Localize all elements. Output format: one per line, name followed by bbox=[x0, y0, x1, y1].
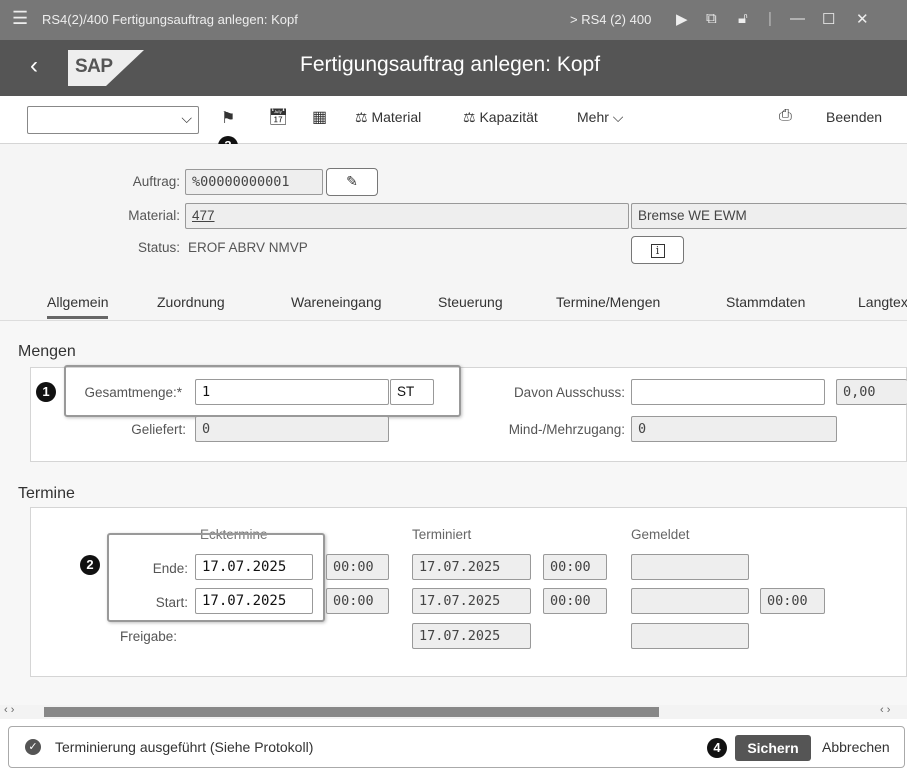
tab-termine-mengen[interactable]: Termine/Mengen bbox=[556, 294, 660, 310]
status-footer: ✓ Terminierung ausgeführt (Siehe Protoko… bbox=[8, 726, 905, 768]
ende-gemeldet-date bbox=[631, 554, 749, 580]
freigabe-date: 17.07.2025 bbox=[412, 623, 531, 649]
start-time-field: 00:00 bbox=[326, 588, 389, 614]
edit-icon: ✎ bbox=[346, 173, 358, 189]
status-info-button[interactable]: i bbox=[631, 236, 684, 264]
exit-button[interactable]: Beenden bbox=[826, 109, 882, 125]
flag-icon[interactable]: ⚑ bbox=[221, 108, 235, 128]
auftrag-field[interactable]: %00000000001 bbox=[185, 169, 323, 195]
more-button-label: Mehr bbox=[577, 109, 609, 125]
hamburger-menu-icon[interactable]: ☰ bbox=[12, 8, 28, 29]
info-icon: i bbox=[650, 244, 665, 258]
tab-content: Mengen 1 Gesamtmenge:* 1 ST Davon Aussch… bbox=[0, 320, 907, 705]
freigabe-gemeldet-date bbox=[631, 623, 749, 649]
edit-order-button[interactable]: ✎ bbox=[326, 168, 378, 196]
horizontal-scrollbar[interactable]: ‹ › ‹ › bbox=[0, 704, 907, 719]
tab-zuordnung[interactable]: Zuordnung bbox=[157, 294, 225, 310]
ausschuss-percent[interactable]: 0,00 bbox=[836, 379, 907, 405]
play-icon[interactable]: ▶ bbox=[676, 10, 688, 28]
gesamtmenge-input[interactable]: 1 bbox=[195, 379, 389, 405]
mengen-title: Mengen bbox=[18, 343, 76, 360]
toolbar: ⌵ ⚑ 3 📅︎ ▦ ⚖ Material ⚖ Kapazität Mehr ⌵… bbox=[0, 96, 907, 156]
material-description: Bremse WE EWM bbox=[631, 203, 907, 229]
gemeldet-header: Gemeldet bbox=[631, 527, 690, 542]
more-button[interactable]: Mehr ⌵ bbox=[577, 109, 623, 126]
tab-langtext[interactable]: Langtext bbox=[858, 294, 907, 310]
ende-terminiert-time: 00:00 bbox=[543, 554, 607, 580]
ende-time-field: 00:00 bbox=[326, 554, 389, 580]
material-field[interactable]: 477 bbox=[185, 203, 629, 229]
calendar-icon[interactable]: 📅︎ bbox=[268, 107, 288, 127]
status-value: EROF ABRV NMVP bbox=[188, 240, 308, 255]
tab-allgemein[interactable]: Allgemein bbox=[47, 294, 109, 319]
material-label: Material: bbox=[128, 208, 180, 223]
freigabe-label: Freigabe: bbox=[120, 629, 178, 644]
ende-label: Ende: bbox=[152, 561, 188, 576]
print-icon[interactable]: ⎙ bbox=[779, 107, 792, 125]
chevron-down-icon: ⌵ bbox=[181, 110, 192, 126]
calculator-icon[interactable]: ▦ bbox=[312, 107, 327, 127]
ausschuss-input[interactable] bbox=[631, 379, 825, 405]
order-header-form: Auftrag: %00000000001 ✎ Material: 477 Br… bbox=[0, 144, 907, 284]
ende-date-input[interactable]: 17.07.2025 bbox=[195, 554, 313, 580]
window-titlebar: ☰ RS4(2)/400 Fertigungsauftrag anlegen: … bbox=[0, 0, 907, 40]
minimize-icon[interactable]: — bbox=[790, 10, 805, 27]
window-title: RS4(2)/400 Fertigungsauftrag anlegen: Ko… bbox=[42, 12, 298, 27]
start-terminiert-time: 00:00 bbox=[543, 588, 607, 614]
ende-terminiert-date: 17.07.2025 bbox=[412, 554, 531, 580]
shell-header: ‹ SAP Fertigungsauftrag anlegen: Kopf bbox=[0, 40, 907, 96]
kapazitaet-button-label: Kapazität bbox=[479, 109, 538, 125]
termine-title: Termine bbox=[18, 485, 75, 502]
action-dropdown[interactable]: ⌵ bbox=[27, 106, 199, 134]
balance-icon: ⚖ bbox=[355, 109, 372, 125]
gesamtmenge-label-text: Gesamtmenge: bbox=[84, 385, 177, 400]
geliefert-label: Geliefert: bbox=[131, 422, 186, 437]
start-terminiert-date: 17.07.2025 bbox=[412, 588, 531, 614]
kapazitaet-button[interactable]: ⚖ Kapazität bbox=[463, 109, 538, 126]
page-title: Fertigungsauftrag anlegen: Kopf bbox=[300, 53, 601, 76]
unlock-icon[interactable]: 🔓︎ bbox=[738, 10, 748, 27]
success-check-icon: ✓ bbox=[25, 739, 41, 755]
back-icon[interactable]: ‹ bbox=[30, 52, 38, 80]
material-button-label: Material bbox=[371, 109, 422, 125]
cancel-button[interactable]: Abbrechen bbox=[822, 739, 890, 755]
start-gemeldet-date bbox=[631, 588, 749, 614]
unit-field[interactable]: ST bbox=[390, 379, 434, 405]
tab-stammdaten[interactable]: Stammdaten bbox=[726, 294, 805, 310]
terminiert-header: Terminiert bbox=[412, 527, 472, 542]
save-button[interactable]: Sichern bbox=[735, 735, 811, 761]
status-label: Status: bbox=[137, 240, 180, 255]
tab-steuerung[interactable]: Steuerung bbox=[438, 294, 503, 310]
start-gemeldet-time: 00:00 bbox=[760, 588, 825, 614]
status-message[interactable]: Terminierung ausgeführt (Siehe Protokoll… bbox=[55, 739, 313, 755]
gesamtmenge-label: Gesamtmenge:* bbox=[78, 385, 182, 400]
scrollbar-thumb[interactable] bbox=[44, 707, 659, 717]
start-date-input[interactable]: 17.07.2025 bbox=[195, 588, 313, 614]
scroll-left-icon[interactable]: ‹ › bbox=[4, 704, 14, 716]
geliefert-field: 0 bbox=[195, 416, 389, 442]
ausschuss-label: Davon Ausschuss: bbox=[513, 385, 625, 400]
marker-1: 1 bbox=[36, 382, 56, 402]
balance-icon: ⚖ bbox=[463, 109, 480, 125]
tab-wareneingang[interactable]: Wareneingang bbox=[291, 294, 382, 310]
scroll-right-icon[interactable]: ‹ › bbox=[880, 704, 890, 716]
mindmehr-label: Mind-/Mehrzugang: bbox=[508, 422, 625, 437]
screen-icon[interactable]: ⧉ bbox=[706, 10, 717, 27]
system-info[interactable]: > RS4 (2) 400 bbox=[570, 12, 651, 27]
start-label: Start: bbox=[155, 595, 188, 610]
marker-4: 4 bbox=[707, 738, 727, 758]
separator: | bbox=[768, 10, 772, 27]
marker-2: 2 bbox=[80, 555, 100, 575]
mindmehr-field: 0 bbox=[631, 416, 837, 442]
tab-strip: Allgemein Zuordnung Wareneingang Steueru… bbox=[0, 284, 907, 320]
close-icon[interactable]: ✕ bbox=[856, 10, 869, 28]
sap-logo: SAP bbox=[68, 50, 144, 86]
maximize-icon[interactable]: ☐ bbox=[822, 10, 835, 28]
chevron-down-icon: ⌵ bbox=[612, 109, 624, 125]
material-button[interactable]: ⚖ Material bbox=[355, 109, 421, 126]
required-asterisk: * bbox=[176, 385, 182, 400]
auftrag-label: Auftrag: bbox=[132, 174, 180, 189]
